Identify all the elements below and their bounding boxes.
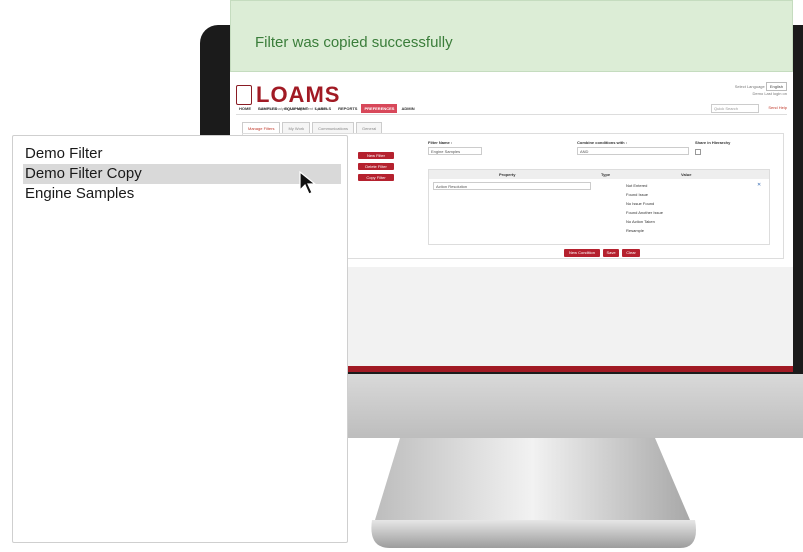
condition-row: Action Resolution Not Entered Found Issu…: [429, 179, 769, 244]
grid-header: Property Type Value: [429, 170, 769, 179]
quick-search-input[interactable]: Quick Search: [711, 104, 759, 113]
nav-samples[interactable]: SAMPLES: [255, 104, 280, 113]
success-toast: Filter was copied successfully: [230, 0, 793, 72]
language-select[interactable]: English: [765, 82, 787, 91]
value-option[interactable]: Not Entered: [626, 183, 647, 188]
value-option[interactable]: Found Issue: [626, 192, 648, 197]
nav-labels[interactable]: LABELS: [312, 104, 334, 113]
grid-header-type: Type: [601, 172, 611, 177]
nav-equipment[interactable]: EQUIPMENT: [281, 104, 311, 113]
list-item[interactable]: Engine Samples: [23, 184, 341, 204]
filter-dropdown-list[interactable]: Demo Filter Demo Filter Copy Engine Samp…: [12, 135, 348, 543]
save-button[interactable]: Save: [603, 249, 619, 257]
value-option[interactable]: No Issue Found: [626, 201, 654, 206]
property-select[interactable]: Action Resolution: [433, 182, 591, 190]
share-hierarchy-label: Share in Hierarchy: [695, 140, 731, 145]
nav-admin[interactable]: ADMIN: [398, 104, 417, 113]
nav-preferences[interactable]: PREFERENCES: [361, 103, 398, 113]
language-label: Select Language: [734, 84, 765, 89]
list-item[interactable]: Demo Filter: [23, 144, 341, 164]
share-hierarchy-checkbox[interactable]: [695, 149, 701, 155]
conditions-grid: Property Type Value Action Resolution No…: [428, 169, 770, 245]
user-menu[interactable]: Demo: [753, 91, 764, 96]
new-condition-button[interactable]: New Condition: [564, 249, 600, 257]
value-option[interactable]: Resample: [626, 228, 644, 233]
filter-name-label: Filter Name :: [428, 140, 453, 145]
combine-label: Combine conditions with :: [577, 140, 627, 145]
new-filter-button[interactable]: New Filter: [358, 152, 394, 159]
last-login-text: Last login on: [764, 91, 787, 96]
send-help-link[interactable]: Send Help: [768, 105, 787, 110]
filter-name-input[interactable]: Engine Samples: [428, 147, 482, 155]
value-option[interactable]: No Action Taken: [626, 219, 655, 224]
monitor-accent-strip: [345, 366, 793, 372]
grid-header-value: Value: [681, 172, 692, 177]
header-user-area: Select Language English Demo Last login …: [735, 82, 787, 96]
delete-filter-button[interactable]: Delete Filter: [358, 163, 394, 170]
copy-filter-button[interactable]: Copy Filter: [358, 174, 394, 181]
main-nav: HOME SAMPLES EQUIPMENT LABELS REPORTS PR…: [236, 102, 787, 115]
mouse-cursor-icon: [299, 170, 317, 195]
list-item-highlighted[interactable]: Demo Filter Copy: [23, 164, 341, 184]
nav-home[interactable]: HOME: [236, 104, 254, 113]
grid-header-property: Property: [499, 172, 516, 177]
clear-button[interactable]: Clear: [622, 249, 640, 257]
delete-condition-icon[interactable]: ✕: [757, 182, 761, 188]
combine-select[interactable]: AND: [577, 147, 689, 155]
toast-message: Filter was copied successfully: [255, 34, 453, 51]
nav-reports[interactable]: REPORTS: [335, 104, 360, 113]
value-option[interactable]: Found Another Issue: [626, 210, 663, 215]
